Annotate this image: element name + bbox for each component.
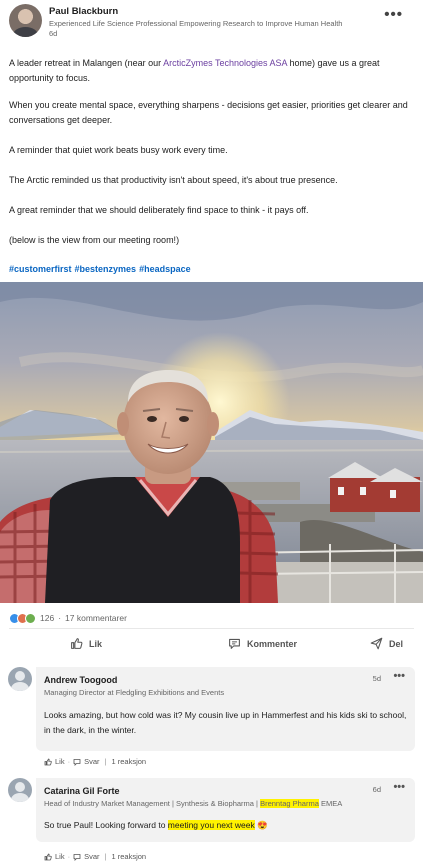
hashtag-link[interactable]: #customerfirst <box>9 264 72 274</box>
post-paragraph: A reminder that quiet work beats busy wo… <box>9 145 228 155</box>
hashtags: #customerfirst #bestenzymes #headspace <box>9 262 194 277</box>
separator: | <box>104 757 107 766</box>
separator: · <box>67 852 71 861</box>
post-paragraph: (below is the view from our meeting room… <box>9 235 180 245</box>
count-separator: · <box>58 613 62 623</box>
comment-bubble: Catarina Gil Forte Head of Industry Mark… <box>36 778 415 842</box>
commenter-name[interactable]: Andrew Toogood <box>44 675 117 685</box>
headline-fragment: Head of Industry Market Management | Syn… <box>44 799 261 808</box>
author-name[interactable]: Paul Blackburn <box>49 6 118 17</box>
comment-more-button[interactable]: ••• <box>393 670 405 682</box>
reaction-count[interactable]: 126 <box>40 613 54 623</box>
comment-like-button[interactable]: Lik <box>44 757 65 766</box>
separator: · <box>67 757 71 766</box>
action-bar: Lik Kommenter Del <box>0 634 423 658</box>
send-icon <box>370 637 383 650</box>
comment-text-fragment: So true Paul! Looking forward to <box>44 820 168 830</box>
post-paragraph: The Arctic reminded us that productivity… <box>9 175 338 185</box>
commenter-name[interactable]: Catarina Gil Forte <box>44 786 120 796</box>
post-header: Paul Blackburn Experienced Life Science … <box>0 0 423 44</box>
headline-fragment: EMEA <box>318 799 343 808</box>
social-counts: 126 · 17 kommentarer <box>9 611 127 625</box>
reply-icon <box>73 853 81 861</box>
hashtag-link[interactable]: #headspace <box>139 264 191 274</box>
comment-reaction-count: 1 reaksjon <box>111 852 147 861</box>
post-paragraph: When you create mental space, everything… <box>9 100 408 125</box>
comment-reactions[interactable]: 1 reaksjon <box>111 852 146 861</box>
comment-reply-label: Svar <box>84 757 100 766</box>
share-button[interactable]: Del <box>370 637 403 650</box>
share-label: Del <box>389 638 404 649</box>
separator: | <box>104 852 107 861</box>
selfie-photo <box>0 282 423 603</box>
hashtag-link[interactable]: #bestenzymes <box>75 264 137 274</box>
comment-icon <box>229 638 240 649</box>
commenter-avatar[interactable] <box>8 667 32 691</box>
highlighted-company: Brenntag Pharma <box>260 799 319 808</box>
more-options-button[interactable]: ••• <box>384 6 403 23</box>
comment-text: Looks amazing, but how cold was it? My c… <box>44 710 407 735</box>
commenter-headline: Managing Director at Fledgling Exhibitio… <box>44 688 225 697</box>
post-paragraph: A leader retreat in Malangen (near our A… <box>9 56 417 85</box>
comment-actions: Lik · Svar | 1 reaksjon <box>44 757 146 766</box>
commenter-headline: Head of Industry Market Management | Syn… <box>44 799 342 808</box>
thumbs-up-icon <box>44 758 52 765</box>
comment-like-label: Lik <box>55 757 65 766</box>
highlighted-text: meeting you next week <box>167 820 255 830</box>
comment-age: 6d <box>372 785 381 794</box>
comment-reactions[interactable]: 1 reaksjon <box>111 757 146 766</box>
comment-like-button[interactable]: Lik <box>44 852 65 861</box>
thumbs-up-icon <box>71 638 83 649</box>
company-mention-link[interactable]: ArcticZymes Technologies ASA <box>163 58 287 68</box>
like-button[interactable]: Lik <box>70 637 102 650</box>
post-age: 6d <box>49 29 58 38</box>
comment-bubble: Andrew Toogood Managing Director at Fled… <box>36 667 415 751</box>
comment-text-fragment: 😍 <box>254 820 268 830</box>
comment-text: So true Paul! Looking forward to meeting… <box>44 818 409 833</box>
comment-age: 5d <box>372 674 381 683</box>
comment-actions: Lik · Svar | 1 reaksjon <box>44 852 146 861</box>
comment-label: Kommenter <box>247 638 298 649</box>
thumbs-up-icon <box>44 853 52 860</box>
comment-count[interactable]: 17 kommentarer <box>65 613 127 623</box>
comment-reply-button[interactable]: Svar <box>73 852 100 861</box>
comment-item: Catarina Gil Forte Head of Industry Mark… <box>8 778 415 842</box>
comment-reply-label: Svar <box>84 852 100 861</box>
post-text-fragment: A leader retreat in Malangen (near our <box>9 58 164 68</box>
post-paragraph: A great reminder that we should delibera… <box>9 205 309 215</box>
comment-reply-button[interactable]: Svar <box>73 757 100 766</box>
like-label: Lik <box>89 638 103 649</box>
comment-more-button[interactable]: ••• <box>393 781 405 793</box>
support-icon <box>25 612 36 624</box>
divider <box>9 628 414 629</box>
post-image[interactable] <box>0 282 423 603</box>
comment-button[interactable]: Kommenter <box>228 637 297 650</box>
comment-reaction-count: 1 reaksjon <box>111 757 147 766</box>
author-avatar[interactable] <box>9 4 42 37</box>
comment-like-label: Lik <box>55 852 65 861</box>
reply-icon <box>73 758 81 766</box>
reaction-icons[interactable] <box>9 612 36 624</box>
commenter-avatar[interactable] <box>8 778 32 802</box>
comment-item: Andrew Toogood Managing Director at Fled… <box>8 667 415 751</box>
author-headline: Experienced Life Science Professional Em… <box>49 19 343 28</box>
